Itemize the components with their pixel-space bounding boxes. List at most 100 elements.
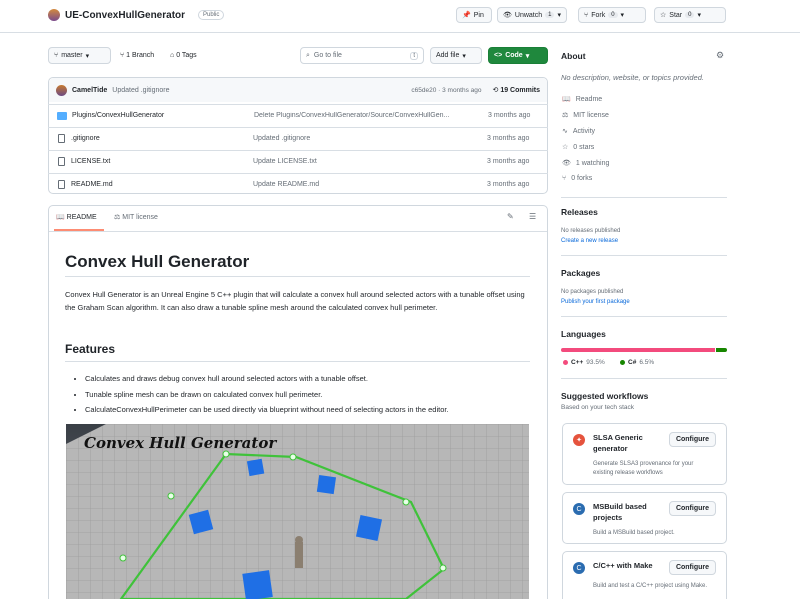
language-item-csharp[interactable]: C# 6.5% (620, 359, 654, 366)
add-file-button[interactable]: Add file ▾ (430, 47, 482, 64)
about-stars[interactable]: ☆ 0 stars (562, 143, 594, 152)
about-readme[interactable]: 📖 Readme (562, 95, 602, 104)
sidebar-divider (561, 316, 727, 317)
about-description: No description, website, or topics provi… (561, 73, 704, 82)
about-watching[interactable]: 👁 1 watching (562, 159, 609, 168)
file-row[interactable]: README.md Update README.md 3 months ago (48, 173, 548, 195)
list-item: Calculates and draws debug convex hull a… (85, 371, 530, 387)
commit-message[interactable]: Updated .gitignore (112, 87, 169, 94)
languages-heading: Languages (561, 329, 606, 339)
file-icon (58, 180, 65, 189)
features-heading: Features (65, 342, 116, 356)
workflow-desc: Build and test a C/C++ project using Mak… (593, 583, 708, 589)
sidebar-divider (561, 255, 727, 256)
file-name[interactable]: LICENSE.txt (71, 158, 253, 165)
book-icon: 📖 (56, 214, 67, 221)
chevron-down-icon: ▾ (525, 52, 530, 60)
commits-link[interactable]: ⟲ 19 Commits (493, 86, 541, 94)
fork-icon: ⑂ (584, 11, 589, 19)
releases-heading[interactable]: Releases (561, 207, 598, 217)
file-commit-message[interactable]: Delete Plugins/ConvexHullGenerator/Sourc… (254, 112, 482, 119)
file-name[interactable]: .gitignore (71, 135, 253, 142)
about-activity[interactable]: ∿ Activity (562, 127, 595, 136)
commit-meta[interactable]: c65de20 · 3 months ago (411, 87, 481, 94)
tab-license[interactable]: ⚖ MIT license (114, 213, 158, 221)
file-time: 3 months ago (487, 181, 530, 188)
file-commit-message[interactable]: Updated .gitignore (253, 135, 481, 142)
eye-icon: 👁 (503, 12, 512, 19)
chevron-down-icon: ▾ (620, 12, 625, 19)
edit-icon[interactable]: ✎ (507, 212, 514, 221)
configure-button[interactable]: Configure (668, 432, 716, 447)
file-time: 3 months ago (488, 112, 531, 119)
workflow-desc: Generate SLSA3 provenance for your exist… (593, 461, 694, 476)
file-icon (58, 157, 65, 166)
file-row[interactable]: .gitignore Updated .gitignore 3 months a… (48, 127, 548, 149)
packages-heading[interactable]: Packages (561, 268, 600, 278)
repo-name[interactable]: UE-ConvexHullGenerator (65, 10, 185, 21)
file-time: 3 months ago (487, 135, 530, 142)
workflow-title: MSBuild based projects (593, 502, 647, 522)
language-dot-icon (563, 360, 568, 365)
language-bar-cpp (561, 348, 716, 352)
unwatch-button[interactable]: 👁 Unwatch 1 ▾ (497, 7, 567, 23)
list-item: CalculateConvexHullPerimeter can be used… (85, 402, 530, 418)
pin-icon: 📌 (462, 12, 471, 19)
star-button[interactable]: ☆ Star 0 ▾ (654, 7, 726, 23)
pulse-icon: ∿ (562, 128, 568, 135)
goto-file-input[interactable]: ⌕ Go to file t (300, 47, 424, 64)
star-icon: ☆ (562, 144, 569, 151)
configure-button[interactable]: Configure (668, 501, 716, 516)
file-row[interactable]: LICENSE.txt Update LICENSE.txt 3 months … (48, 150, 548, 172)
file-name[interactable]: Plugins/ConvexHullGenerator (72, 112, 254, 119)
file-commit-message[interactable]: Update README.md (253, 181, 481, 188)
commit-header: CamelTide Updated .gitignore c65de20 · 3… (49, 78, 547, 102)
pin-button[interactable]: 📌 Pin (456, 7, 492, 23)
search-icon: ⌕ (306, 51, 310, 59)
configure-button[interactable]: Configure (668, 560, 716, 575)
slsa-icon: ✦ (573, 434, 585, 446)
features-list: Calculates and draws debug convex hull a… (85, 371, 530, 418)
fork-button[interactable]: ⑂ Fork 0 ▾ (578, 7, 646, 23)
chevron-down-icon: ▾ (85, 52, 90, 60)
fork-icon: ⑂ (562, 175, 567, 182)
code-button[interactable]: <> Code ▾ (488, 47, 548, 64)
tab-readme[interactable]: 📖 README (56, 213, 97, 221)
about-forks[interactable]: ⑂ 0 forks (562, 175, 592, 182)
sidebar-divider (561, 378, 727, 379)
workflow-card: ✦ SLSA Generic generator Configure Gener… (562, 423, 727, 485)
about-license[interactable]: ⚖ MIT license (562, 111, 609, 120)
chevron-down-icon: ▾ (697, 12, 701, 19)
sidebar-divider (561, 197, 727, 198)
commit-author[interactable]: CamelTide (72, 87, 107, 94)
repo-avatar (48, 9, 60, 21)
branch-icon: ⑂ (54, 52, 59, 59)
about-settings-icon[interactable]: ⚙ (716, 50, 724, 61)
workflows-heading: Suggested workflows (561, 391, 649, 401)
book-icon: 📖 (562, 96, 571, 103)
packages-empty: No packages published (561, 289, 624, 295)
title-divider (65, 276, 530, 277)
language-bar-csharp (716, 348, 727, 352)
branch-select[interactable]: ⑂ master ▾ (48, 47, 111, 64)
language-dot-icon (620, 360, 625, 365)
tags-link[interactable]: ⌂ 0 Tags (170, 52, 197, 59)
scale-icon: ⚖ (562, 112, 569, 119)
folder-icon (57, 111, 67, 120)
branches-link[interactable]: ⑂ 1 Branch (120, 52, 154, 59)
workflow-card: C MSBuild based projects Configure Build… (562, 492, 727, 544)
outline-icon[interactable]: ☰ (529, 212, 536, 221)
file-name[interactable]: README.md (71, 181, 253, 188)
list-item: Tunable spline mesh can be drawn on calc… (85, 387, 530, 403)
file-row[interactable]: Plugins/ConvexHullGenerator Delete Plugi… (48, 104, 548, 126)
tab-active-indicator (54, 229, 104, 231)
language-item-cpp[interactable]: C++ 93.5% (563, 359, 605, 366)
chevron-down-icon: ▾ (462, 52, 466, 60)
readme-intro: Convex Hull Generator is an Unreal Engin… (65, 290, 525, 312)
file-commit-message[interactable]: Update LICENSE.txt (253, 158, 481, 165)
c-cpp-icon: C (573, 562, 585, 574)
publish-package-link[interactable]: Publish your first package (561, 299, 630, 305)
star-icon: ☆ (660, 12, 667, 19)
create-release-link[interactable]: Create a new release (561, 238, 618, 244)
file-icon (58, 134, 65, 143)
